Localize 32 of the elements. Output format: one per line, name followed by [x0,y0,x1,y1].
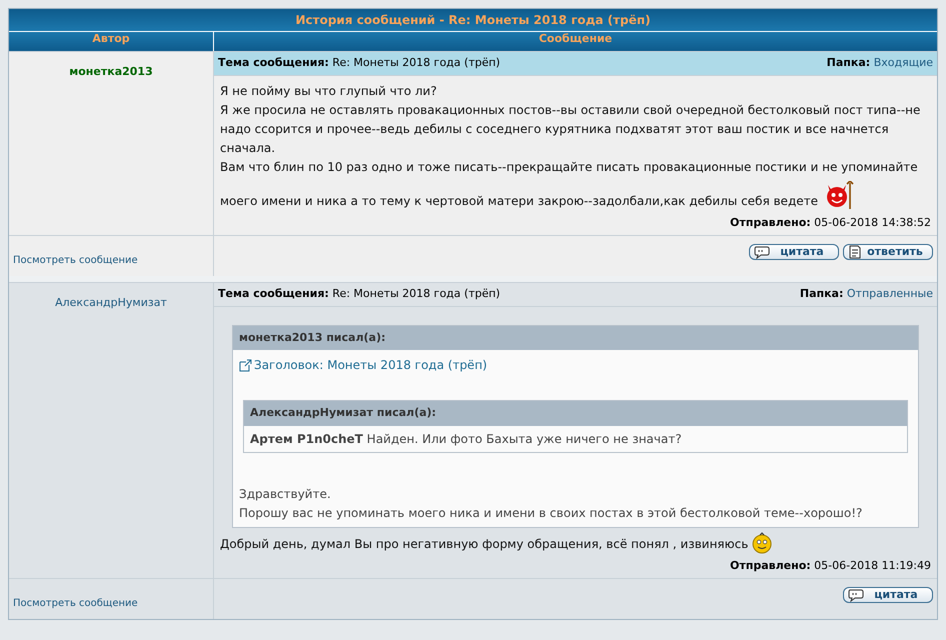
subject-text: Тема сообщения: Re: Монеты 2018 года (трёп) [218,286,500,302]
post-action-button[interactable]: ответить [843,244,933,260]
folder-text: Папка: Входящие [826,55,933,71]
author-name[interactable]: АлександрНумизат [55,296,167,309]
quote-text: Порошу вас не упоминать моего ника и имени в своих постах в этой бестолковой теме--хорошо!? [239,504,864,522]
smiley-emoticon-icon [752,532,772,554]
sent-time: Отправлено: 05-06-2018 11:19:49 [729,558,931,574]
quote-text: Артем P1n0cheT Найден. Или фото Бахыта уже ничего не значат? [249,430,683,448]
document-icon [848,245,862,259]
sent-time: Отправлено: 05-06-2018 14:38:52 [729,214,931,230]
topic-link[interactable]: Заголовок: Монеты 2018 года (трёп) [254,356,488,374]
subject-text: Тема сообщения: Re: Монеты 2018 года (трёп) [218,55,500,71]
column-header: Автор [9,32,214,51]
message-text: Вам что блин по 10 раз одно и тоже писать--прекращайте писать провакационные постики и не упоминайте [220,160,918,174]
message-text: Я же просила не оставлять провакационных постов--вы оставили свой очередной бестолковый пост типа--не надо ссорится и прочее--ведь дебилы с соседнего курятника подхватят этот ваш постик и все начнется сначала. [220,102,922,156]
quote-text: Здравствуйте. [239,486,332,502]
post-action-button[interactable]: цитата [843,587,933,603]
external-link-icon [239,358,252,372]
quote-header: АлександрНумизат писал(а): [244,401,907,426]
column-header: Сообщение [538,32,614,47]
message-text: Я не пойму вы что глупый что ли? [220,82,438,100]
post-action-button[interactable]: цитата [749,244,839,260]
speech-bubble-icon [848,588,864,602]
page-title: История сообщений - Re: Монеты 2018 года (трёп) [9,9,937,31]
quote-header: монетка2013 писал(а): [233,326,918,350]
folder-text: Папка: Отправленные [800,286,933,302]
speech-bubble-icon [754,246,770,258]
view-message-link[interactable]: Посмотреть сообщение [13,255,138,266]
message-text: моего имени и ника а то тему к чертовой матери закрою--задолбали,как дебилы себя ведете [220,194,818,208]
view-message-link[interactable]: Посмотреть сообщение [13,598,138,609]
message-text: Добрый день, думал Вы про негативную форму обращения, всё понял , извиняюсь [220,536,748,550]
author-name[interactable]: монетка2013 [69,65,153,78]
